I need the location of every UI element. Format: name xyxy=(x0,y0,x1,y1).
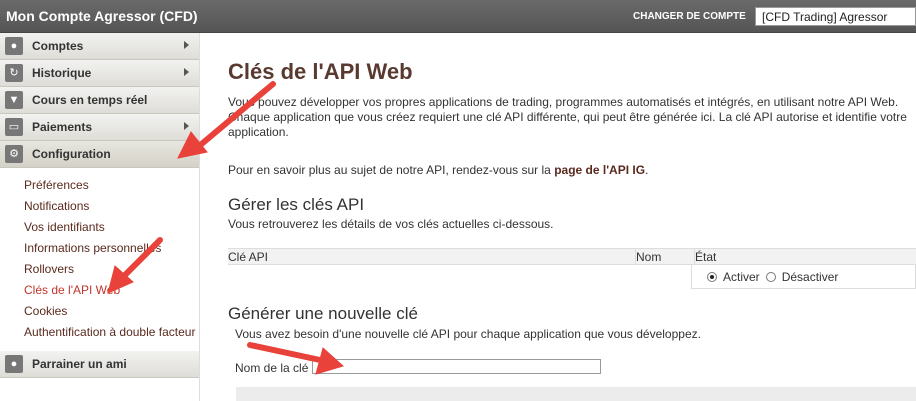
api-keys-table: Clé API Nom État Activer Désactiver xyxy=(228,248,916,289)
generate-key-title: Générer une nouvelle clé xyxy=(228,304,418,323)
deactivate-label: Désactiver xyxy=(781,269,839,284)
top-bar: Mon Compte Agressor (CFD) CHANGER DE COM… xyxy=(0,0,916,33)
bottom-panel xyxy=(236,387,916,401)
subnav-api-keys[interactable]: Clés de l'API Web xyxy=(0,280,199,301)
activate-label: Activer xyxy=(723,269,760,284)
sidebar-item-comptes[interactable]: ● Comptes xyxy=(0,33,199,60)
deactivate-radio[interactable] xyxy=(765,271,776,282)
sidebar-item-label: Configuration xyxy=(32,147,111,161)
sidebar-item-label: Historique xyxy=(32,66,92,80)
sidebar-item-configuration[interactable]: ⚙ Configuration xyxy=(0,141,199,168)
manage-keys-title: Gérer les clés API xyxy=(228,195,365,214)
col-header-name: Nom xyxy=(635,249,694,264)
subnav-cookies[interactable]: Cookies xyxy=(0,301,199,322)
chevron-down-icon xyxy=(183,152,191,157)
sidebar-item-cours[interactable]: ▼ Cours en temps réel xyxy=(0,87,199,114)
state-radio-group: Activer Désactiver xyxy=(691,265,916,289)
generate-key-subtitle: Vous avez besoin d'une nouvelle clé API … xyxy=(235,327,701,341)
more-info-text: Pour en savoir plus au sujet de notre AP… xyxy=(228,163,648,177)
subnav-notifications[interactable]: Notifications xyxy=(0,196,199,217)
people-icon: ● xyxy=(5,355,23,373)
key-name-input[interactable] xyxy=(312,359,601,374)
configuration-submenu: Préférences Notifications Vos identifian… xyxy=(0,168,199,351)
sidebar-item-label: Parrainer un ami xyxy=(32,357,127,371)
chevron-right-icon xyxy=(184,41,189,49)
subnav-identifiants[interactable]: Vos identifiants xyxy=(0,217,199,238)
subnav-rollovers[interactable]: Rollovers xyxy=(0,259,199,280)
sidebar: ● Comptes ↻ Historique ▼ Cours en temps … xyxy=(0,33,200,401)
user-icon: ● xyxy=(5,37,23,55)
sidebar-item-label: Comptes xyxy=(32,39,84,53)
page-title: Clés de l'API Web xyxy=(228,59,413,84)
sidebar-item-paiements[interactable]: ▭ Paiements xyxy=(0,114,199,141)
sidebar-item-historique[interactable]: ↻ Historique xyxy=(0,60,199,87)
subnav-informations[interactable]: Informations personnelles xyxy=(0,238,199,259)
switch-account-label: CHANGER DE COMPTE xyxy=(633,11,746,22)
card-icon: ▭ xyxy=(5,118,23,136)
col-header-api-key: Clé API xyxy=(228,250,269,264)
more-prefix: Pour en savoir plus au sujet de notre AP… xyxy=(228,163,555,177)
activate-radio[interactable] xyxy=(707,271,717,282)
col-header-state: État xyxy=(694,249,916,264)
sidebar-item-label: Paiements xyxy=(32,120,93,134)
table-header: Clé API Nom État xyxy=(228,248,916,265)
more-suffix: . xyxy=(645,163,649,177)
app-title: Mon Compte Agressor (CFD) xyxy=(6,8,198,24)
filter-icon: ▼ xyxy=(5,91,23,109)
key-name-label: Nom de la clé xyxy=(235,361,309,375)
chevron-right-icon xyxy=(184,122,189,130)
subnav-2fa[interactable]: Authentification à double facteur xyxy=(0,322,199,343)
account-select[interactable]: [CFD Trading] Agressor xyxy=(755,7,916,26)
subnav-preferences[interactable]: Préférences xyxy=(0,175,199,196)
sidebar-item-parrainer[interactable]: ● Parrainer un ami xyxy=(0,351,199,378)
api-page-link[interactable]: page de l'API IG xyxy=(554,163,645,177)
history-icon: ↻ xyxy=(5,64,23,82)
gear-icon: ⚙ xyxy=(5,145,23,163)
manage-keys-subtitle: Vous retrouverez les détails de vos clés… xyxy=(228,217,554,231)
intro-text: Vous pouvez développer vos propres appli… xyxy=(228,95,907,139)
chevron-right-icon xyxy=(184,68,189,76)
sidebar-item-label: Cours en temps réel xyxy=(32,93,148,107)
